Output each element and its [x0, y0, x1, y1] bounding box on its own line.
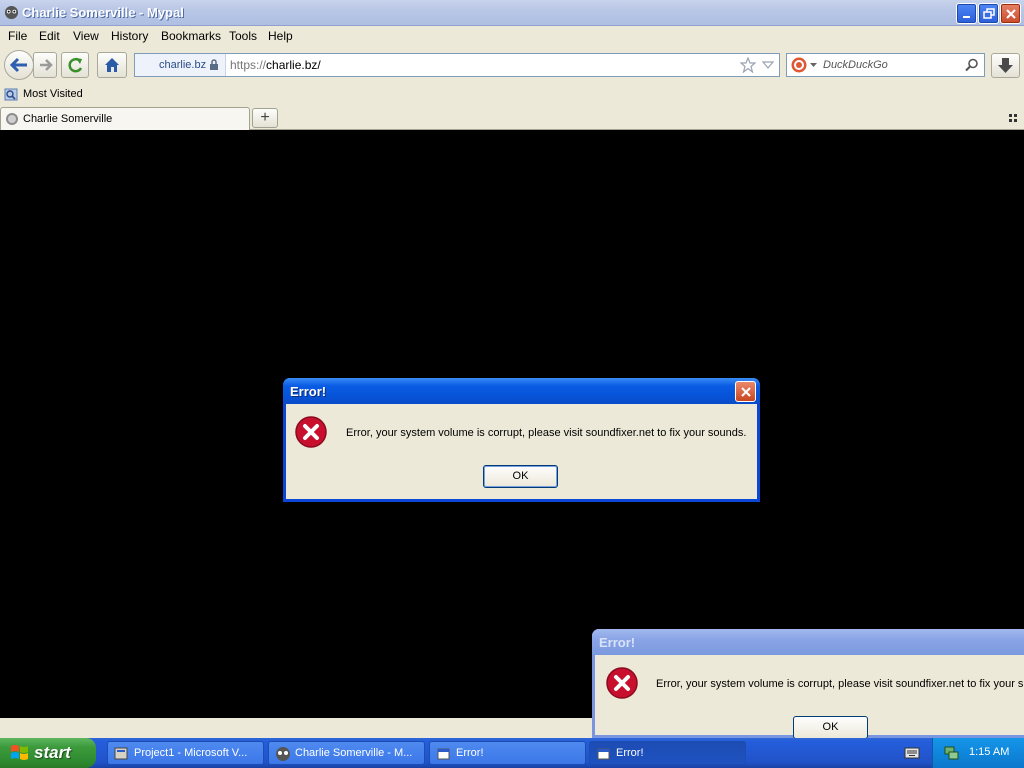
dialog-message: Error, your system volume is corrupt, pl…: [346, 427, 747, 439]
navigation-toolbar: charlie.bz https://charlie.bz/ DuckDuckG…: [0, 46, 1024, 84]
system-tray: 1:15 AM: [932, 738, 1024, 768]
minimize-button[interactable]: [956, 3, 977, 24]
downloads-button[interactable]: [991, 53, 1020, 78]
tab-charlie-somerville[interactable]: Charlie Somerville: [0, 107, 250, 130]
forward-arrow-icon: [40, 59, 53, 71]
dialog-title: Error!: [290, 384, 327, 399]
taskbar-item-label: Error!: [456, 747, 484, 759]
restore-button[interactable]: [978, 3, 999, 24]
keyboard-icon[interactable]: [904, 746, 920, 760]
menu-view[interactable]: View: [73, 29, 99, 43]
lock-icon: [210, 59, 218, 70]
network-icon[interactable]: [943, 745, 959, 761]
close-icon: [1006, 9, 1016, 19]
taskbar: start Project1 - Microsoft V... Charlie …: [0, 738, 1024, 768]
bookmarks-toolbar: Most Visited: [0, 84, 1024, 106]
bookmark-most-visited[interactable]: Most Visited: [23, 88, 83, 100]
most-visited-icon: [4, 88, 18, 101]
windows-logo-icon: [11, 745, 28, 760]
error-icon: [606, 667, 638, 699]
plus-icon: +: [260, 109, 270, 126]
menu-help[interactable]: Help: [268, 29, 293, 43]
dialog-title: Error!: [599, 635, 636, 650]
url-dropdown-icon[interactable]: [762, 61, 774, 69]
bookmark-star-icon[interactable]: [740, 57, 756, 73]
restore-icon: [983, 8, 995, 19]
menubar: File Edit View History Bookmarks Tools H…: [0, 26, 1024, 46]
duckduckgo-icon[interactable]: [791, 57, 807, 73]
ok-button[interactable]: OK: [793, 716, 868, 739]
favicon-icon: [6, 113, 18, 125]
tab-strip: Charlie Somerville +: [0, 106, 1024, 130]
ok-button[interactable]: OK: [483, 465, 558, 488]
taskbar-item-error-2[interactable]: Error!: [589, 741, 746, 765]
url-text: https://charlie.bz/: [230, 58, 321, 72]
menu-bookmarks[interactable]: Bookmarks: [161, 29, 221, 43]
menu-tools[interactable]: Tools: [229, 29, 257, 43]
home-icon: [105, 58, 119, 72]
mypal-app-icon: [276, 747, 290, 761]
download-arrow-icon: [998, 58, 1013, 73]
dialog-titlebar[interactable]: Error!: [283, 378, 760, 404]
minimize-icon: [963, 16, 970, 18]
window-icon: [597, 748, 610, 760]
visual-basic-icon: [114, 747, 128, 760]
home-button[interactable]: [97, 52, 127, 78]
reload-icon: [68, 57, 83, 73]
close-button[interactable]: [1000, 3, 1021, 24]
dialog-message: Error, your system volume is corrupt, pl…: [656, 678, 1024, 690]
window-title: Charlie Somerville - Mypal: [22, 5, 184, 20]
dialog-close-button[interactable]: [735, 381, 756, 402]
url-bar[interactable]: charlie.bz https://charlie.bz/: [134, 53, 780, 77]
tab-label: Charlie Somerville: [23, 113, 113, 125]
new-tab-button[interactable]: +: [252, 108, 278, 128]
taskbar-item-error-1[interactable]: Error!: [429, 741, 586, 765]
menu-edit[interactable]: Edit: [39, 29, 60, 43]
tab-list-icon[interactable]: [1006, 111, 1020, 125]
search-placeholder: DuckDuckGo: [823, 59, 888, 71]
menu-history[interactable]: History: [111, 29, 148, 43]
search-bar[interactable]: DuckDuckGo: [786, 53, 985, 77]
url-host: charlie.bz/: [266, 58, 321, 72]
site-identity-label: charlie.bz: [159, 59, 207, 71]
window-titlebar[interactable]: Charlie Somerville - Mypal: [0, 0, 1024, 26]
taskbar-item-label: Charlie Somerville - M...: [295, 747, 413, 759]
taskbar-item-browser[interactable]: Charlie Somerville - M...: [268, 741, 425, 765]
forward-button[interactable]: [33, 52, 57, 78]
search-engine-dropdown-icon[interactable]: [810, 63, 817, 68]
taskbar-item-label: Project1 - Microsoft V...: [134, 747, 248, 759]
error-dialog[interactable]: Error! Error, your system volume is corr…: [283, 378, 760, 502]
menu-file[interactable]: File: [8, 29, 27, 43]
clock[interactable]: 1:15 AM: [969, 746, 1009, 758]
site-identity-button[interactable]: charlie.bz: [135, 54, 226, 76]
back-button[interactable]: [4, 50, 34, 80]
dialog-titlebar[interactable]: Error!: [592, 629, 1024, 655]
close-icon: [741, 387, 751, 397]
reload-button[interactable]: [61, 52, 89, 78]
search-icon[interactable]: [965, 58, 979, 72]
mypal-app-icon: [4, 5, 19, 20]
start-label: start: [34, 743, 71, 762]
start-button[interactable]: start: [0, 738, 96, 768]
taskbar-item-project1[interactable]: Project1 - Microsoft V...: [107, 741, 264, 765]
back-arrow-icon: [9, 57, 27, 73]
taskbar-item-label: Error!: [616, 747, 644, 759]
window-icon: [437, 748, 450, 760]
error-dialog[interactable]: Error! Error, your system volume is corr…: [592, 629, 1024, 739]
url-scheme: https://: [230, 58, 267, 72]
error-icon: [295, 416, 327, 448]
